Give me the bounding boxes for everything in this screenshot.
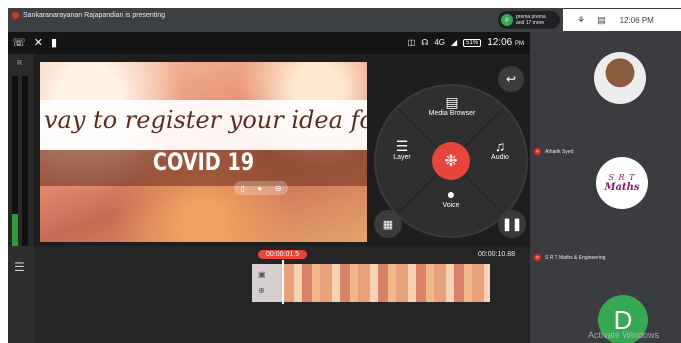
phone-status-bar: ☏ ✕ ▮ ◫ ☊ 4G ◢ 51% 12:06 PM	[8, 32, 530, 54]
headphones-icon: ☊	[421, 38, 429, 47]
timeline-menu-icon[interactable]: ☰	[14, 260, 25, 274]
status-left-icons: ☏ ✕ ▮	[12, 36, 57, 49]
record-button[interactable]: ❉	[432, 142, 470, 180]
status-right-icons: ◫ ☊ 4G ◢ 51% 12:06 PM	[408, 37, 524, 48]
logo-line1: S R T	[608, 173, 636, 182]
voice-label: Voice	[442, 202, 460, 209]
timeline: ☰ 00:00:01.5 00:00:10.88 ▣ ⊕	[8, 246, 530, 343]
participant-name: Atharik Syed	[545, 148, 574, 155]
participant-photo	[594, 52, 646, 104]
pause-button[interactable]: ❚❚	[498, 210, 526, 238]
image-icon[interactable]: ▣	[258, 270, 266, 279]
video-clip[interactable]	[282, 264, 490, 302]
phone-clock-ampm: PM	[515, 41, 524, 47]
layer-button[interactable]: ☰ Layer	[382, 138, 422, 161]
audio-meter-strip: R	[8, 54, 34, 266]
voice-button[interactable]: ● Voice	[431, 186, 471, 209]
phone-clock-time: 12:06	[487, 37, 513, 48]
screen-frame: Sankaranarayanan Rajapandian is presenti…	[8, 8, 681, 343]
preview-mini-toolbar: ▯ ● ⊖	[234, 181, 288, 195]
meet-right-tools: ⚘ ▤ 12:06 PM	[563, 9, 681, 31]
music-note-icon: ♫	[494, 138, 506, 154]
meter-right	[22, 76, 28, 266]
attendees-line2: and 17 more	[516, 20, 545, 26]
mic-off-icon: ×	[534, 148, 541, 155]
shared-phone-screen: ☏ ✕ ▮ ◫ ☊ 4G ◢ 51% 12:06 PM R vay to reg…	[8, 32, 530, 343]
minus-icon[interactable]: ⊖	[275, 184, 282, 193]
presenting-banner: Sankaranarayanan Rajapandian is presenti…	[12, 12, 165, 19]
asset-store-button[interactable]: ▦	[374, 210, 402, 238]
preview-title: COVID 19	[152, 148, 255, 176]
media-browser-icon: ▤	[445, 94, 459, 110]
preview-text: vay to register your idea for	[44, 106, 367, 134]
activate-windows-watermark: Activate Windows	[588, 330, 660, 340]
layer-label: Layer	[393, 154, 411, 161]
mic-icon[interactable]: ●	[257, 184, 262, 193]
channel-label: R	[17, 60, 23, 67]
cast-icon: ◫	[407, 38, 416, 47]
clipboard-icon: ▮	[50, 37, 58, 49]
media-browser-label: Media Browser	[428, 110, 476, 117]
playhead[interactable]	[282, 260, 284, 304]
srt-maths-logo: S R T Maths	[596, 157, 648, 209]
audio-button[interactable]: ♫ Audio	[480, 138, 520, 161]
plus-circle-icon[interactable]: ⊕	[258, 286, 265, 295]
shutter-icon: ❉	[444, 153, 458, 170]
whatsapp-icon: ☏	[12, 37, 26, 49]
audio-label: Audio	[491, 154, 509, 161]
microphone-icon: ●	[446, 186, 456, 202]
people-icon[interactable]: ⚘	[577, 15, 585, 26]
meet-clock: 12:06 PM	[619, 15, 654, 25]
media-browser-button[interactable]: ▤ Media Browser	[424, 94, 480, 117]
participant-name-tag: × Atharik Syed	[534, 148, 573, 155]
signal-icon: ◢	[451, 38, 458, 47]
mic-off-icon: ×	[534, 254, 541, 261]
video-preview[interactable]: vay to register your idea for COVID 19 ▯…	[40, 62, 367, 242]
timeline-side-panel: ☰	[8, 246, 34, 343]
attendee-avatar: p	[501, 14, 513, 26]
participants-panel: × Atharik Syed S R T Maths × S R T Maths…	[530, 32, 681, 343]
attendees-chip[interactable]: p prema prema and 17 more	[498, 11, 560, 29]
attendees-summary: prema prema and 17 more	[516, 14, 546, 26]
total-duration: 00:00:10.88	[478, 251, 515, 258]
current-time-badge: 00:00:01.5	[258, 250, 308, 259]
chat-icon[interactable]: ▤	[597, 15, 606, 26]
phone-clock: 12:06 PM	[487, 37, 524, 48]
battery-indicator: 51%	[463, 38, 482, 47]
layer-icon: ☰	[395, 138, 409, 154]
exit-button[interactable]: ↩	[498, 66, 524, 92]
close-icon: ✕	[33, 37, 43, 49]
clip-track-controls: ▣ ⊕	[252, 264, 282, 302]
participant-name: S R T Maths & Engineering	[545, 254, 606, 261]
signal-label: 4G	[434, 38, 446, 47]
phone-icon[interactable]: ▯	[240, 184, 244, 193]
participant-name-tag: × S R T Maths & Engineering	[534, 254, 605, 261]
presenting-indicator-icon	[12, 12, 19, 19]
logo-line2: Maths	[604, 182, 640, 193]
meet-top-bar: Sankaranarayanan Rajapandian is presenti…	[8, 8, 681, 32]
presenting-text: Sankaranarayanan Rajapandian is presenti…	[23, 12, 166, 19]
